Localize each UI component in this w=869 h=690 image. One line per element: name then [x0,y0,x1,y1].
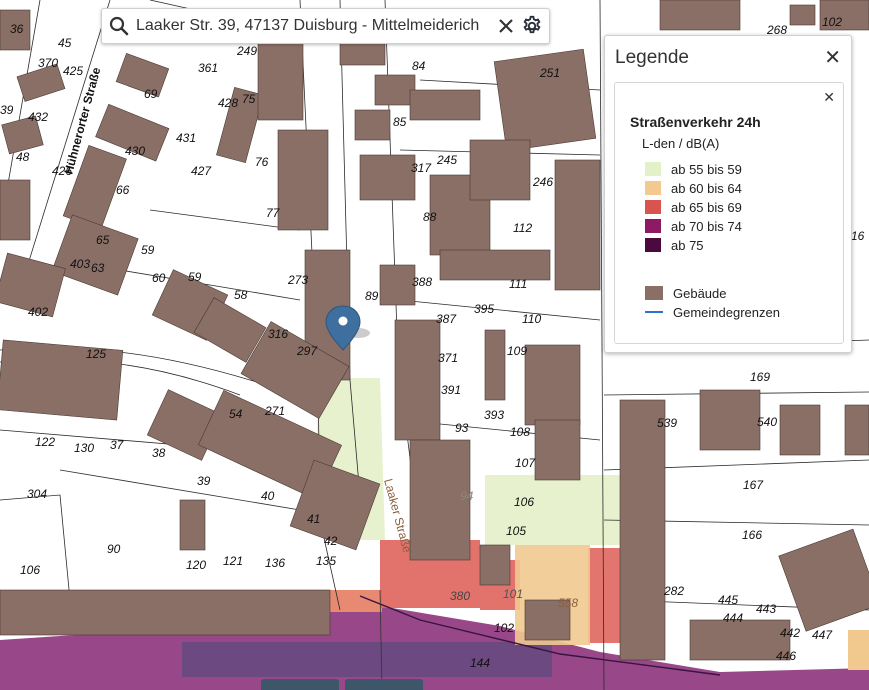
search-icon[interactable] [108,15,130,37]
legend-item-label: ab 75 [671,237,704,253]
legend-swatch [645,219,661,233]
legend-item-boundaries: Gemeindegrenzen [645,304,780,320]
bottom-toolbar-button[interactable] [261,679,339,690]
legend-panel: Legende ✕ ✕ Straßenverkehr 24h L-den / d… [604,35,852,353]
search-input[interactable]: Laaker Str. 39, 47137 Duisburg - Mittelm… [130,17,495,35]
legend-item-label: ab 60 bis 64 [671,180,742,196]
legend-item-label: ab 70 bis 74 [671,218,742,234]
legend-item-label: Gebäude [673,285,727,301]
legend-item: ab 75 [645,237,704,253]
layer-title: Straßenverkehr 24h [630,114,761,130]
legend-swatch [645,200,661,214]
close-icon[interactable] [495,15,517,37]
search-bar[interactable]: Laaker Str. 39, 47137 Duisburg - Mittelm… [101,8,550,44]
gear-icon[interactable] [521,15,543,37]
legend-swatch [645,162,661,176]
bottom-toolbar-button[interactable] [345,679,423,690]
close-icon[interactable]: ✕ [824,48,841,68]
legend-item-buildings: Gebäude [645,285,727,301]
close-icon[interactable]: ✕ [823,89,835,106]
legend-swatch [645,181,661,195]
legend-layer-card: ✕ Straßenverkehr 24h L-den / dB(A) ab 55… [614,82,844,344]
layer-unit: L-den / dB(A) [642,136,720,151]
legend-item: ab 55 bis 59 [645,161,742,177]
legend-title: Legende [615,47,689,68]
legend-swatch [645,311,663,313]
legend-swatch [645,238,661,252]
legend-item-label: ab 65 bis 69 [671,199,742,215]
legend-item-label: Gemeindegrenzen [673,304,780,320]
legend-item-label: ab 55 bis 59 [671,161,742,177]
legend-item: ab 70 bis 74 [645,218,742,234]
legend-item: ab 65 bis 69 [645,199,742,215]
legend-item: ab 60 bis 64 [645,180,742,196]
legend-swatch [645,286,663,300]
